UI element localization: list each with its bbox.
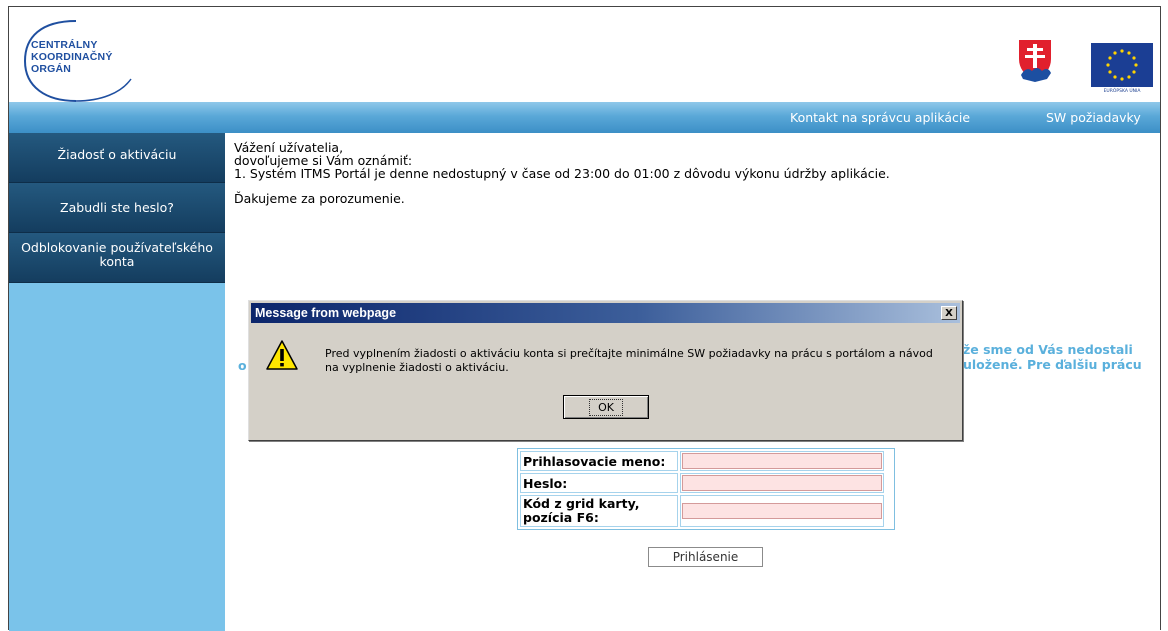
password-label: Heslo: [520,473,678,493]
logo-line-2: KOORDINAČNÝ [31,51,113,63]
sidebar: Žiadosť o aktiváciu Zabudli ste heslo? O… [9,133,225,631]
slovak-coat-of-arms-icon [1017,38,1053,83]
sidebar-item-unblock-account[interactable]: Odblokovanie používateľského konta [9,233,225,283]
cko-logo[interactable]: CENTRÁLNY KOORDINAČNÝ ORGÁN [21,17,141,103]
partially-hidden-text-2: uložené. Pre ďalšiu prácu [963,357,1142,372]
logo-text: CENTRÁLNY KOORDINAČNÝ ORGÁN [31,39,113,75]
dialog-close-button[interactable]: X [941,306,957,320]
main-notice: Vážení užívatelia, dovoľujeme si Vám ozn… [234,141,1154,205]
partially-hidden-text-1: že sme od Vás nedostali [963,342,1133,357]
login-button[interactable]: Prihlásenie [648,547,763,567]
top-nav-bar: Kontakt na správcu aplikácie SW požiadav… [9,102,1160,133]
page-header: CENTRÁLNY KOORDINAČNÝ ORGÁN EURÓPSKA ÚNI… [9,7,1160,102]
partially-hidden-text-left: o [238,358,247,373]
username-input[interactable] [682,453,882,469]
grid-code-label: Kód z grid karty, pozícia F6: [520,495,678,527]
sidebar-item-label: Odblokovanie používateľského konta [21,240,213,269]
message-dialog: Message from webpage X Pred vyplnením ži… [248,300,963,441]
sidebar-item-label: Žiadosť o aktiváciu [57,147,177,162]
warning-icon [266,340,298,370]
notice-item-1: 1. Systém ITMS Portál je denne nedostupn… [234,166,890,181]
nav-link-contact[interactable]: Kontakt na správcu aplikácie [790,110,970,125]
dialog-message: Pred vyplnením žiadosti o aktiváciu kont… [325,347,933,374]
login-form: Prihlasovacie meno: Heslo: Kód z grid ka… [517,448,895,530]
logo-line-3: ORGÁN [31,63,72,75]
dialog-ok-button[interactable]: OK [563,395,649,419]
sidebar-item-label: Zabudli ste heslo? [60,200,174,215]
dialog-title: Message from webpage [255,306,397,320]
dialog-title-bar[interactable]: Message from webpage X [251,303,960,323]
password-input[interactable] [682,475,882,491]
notice-thanks: Ďakujeme za porozumenie. [234,191,405,206]
eu-caption: EURÓPSKA ÚNIA [1103,89,1141,94]
sidebar-item-activation-request[interactable]: Žiadosť o aktiváciu [9,133,225,183]
sidebar-item-forgot-password[interactable]: Zabudli ste heslo? [9,183,225,233]
username-label: Prihlasovacie meno: [520,451,678,471]
logo-line-1: CENTRÁLNY [31,39,98,51]
dialog-ok-label: OK [589,398,623,416]
grid-code-input[interactable] [682,503,882,519]
nav-link-sw-requirements[interactable]: SW požiadavky [1046,110,1141,125]
